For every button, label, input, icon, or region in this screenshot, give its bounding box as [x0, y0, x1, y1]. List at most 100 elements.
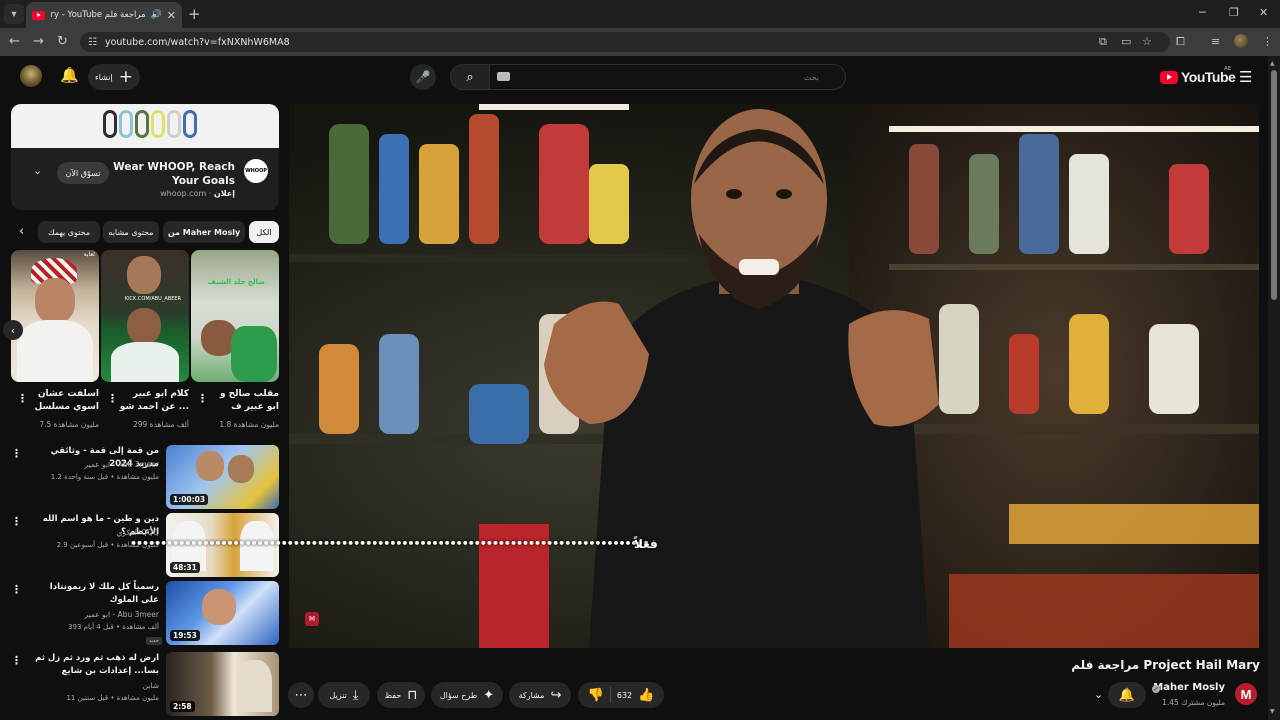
- notifications-bell-icon[interactable]: 🔔: [60, 66, 79, 84]
- short-thumb-text: لعابة: [83, 251, 95, 258]
- caption-word: فعلاً: [634, 537, 658, 551]
- voice-search-mic-icon[interactable]: 🎤: [410, 64, 436, 90]
- short-title[interactable]: كلام ابو عبير عن احمد شو ...: [117, 388, 189, 414]
- close-window-icon[interactable]: ✕: [1259, 6, 1268, 19]
- speaker-icon[interactable]: 🔊: [151, 10, 162, 20]
- hamburger-menu-icon[interactable]: ☰: [1239, 68, 1252, 86]
- advertiser-logo[interactable]: WHOOP: [244, 159, 268, 183]
- new-tab-button[interactable]: +: [188, 5, 201, 23]
- bookmark-star-icon[interactable]: ☆: [1142, 35, 1152, 48]
- subscription-chevron-icon[interactable]: ⌄: [1094, 688, 1103, 701]
- media-controls-icon[interactable]: ≡: [1211, 35, 1220, 48]
- share-label: مشاركة: [518, 690, 545, 700]
- short-thumbnail[interactable]: KICK.COM/ABU_ABEER: [101, 250, 189, 382]
- url-text: youtube.com/watch?v=fxNXNhW6MA8: [104, 36, 290, 48]
- chip-related[interactable]: محتوى مشابه: [103, 221, 159, 243]
- video-thumbnail[interactable]: 19:53: [166, 581, 279, 645]
- chips-scroll-left-icon[interactable]: ‹: [19, 224, 24, 239]
- short-more-icon[interactable]: ⋮: [107, 392, 118, 405]
- search-button[interactable]: ⌕: [450, 64, 490, 90]
- chip-all[interactable]: الكل: [249, 221, 279, 243]
- save-label: حفظ: [384, 690, 402, 700]
- video-channel[interactable]: ابو عمير - Abu 3meer: [84, 610, 159, 619]
- channel-name[interactable]: Maher Mosly: [1153, 682, 1225, 693]
- account-avatar[interactable]: [20, 65, 42, 87]
- scrollbar-thumb[interactable]: [1271, 70, 1277, 300]
- scroll-up-arrow-icon[interactable]: ▲: [1270, 60, 1275, 67]
- short-thumbnail[interactable]: لعابة: [11, 250, 99, 382]
- recommended-video[interactable]: 2:58 ارض له ذهب ثم ورد ثم زل ثم بسا... إ…: [11, 652, 279, 716]
- like-icon[interactable]: 👍: [638, 689, 654, 702]
- channel-watermark-icon[interactable]: M: [305, 612, 319, 626]
- youtube-favicon-icon: [32, 10, 45, 20]
- create-button[interactable]: إنشاء +: [88, 64, 140, 90]
- video-more-icon[interactable]: ⋮: [11, 583, 22, 596]
- video-channel[interactable]: شابن: [143, 681, 159, 690]
- short-thumb-text: صالح جلد الشيف: [207, 278, 265, 286]
- site-info-icon[interactable]: ☷: [88, 37, 97, 48]
- short-thumbnail[interactable]: صالح جلد الشيف: [191, 250, 279, 382]
- channel-avatar[interactable]: M: [1235, 683, 1257, 705]
- ad-banner-image[interactable]: [11, 104, 279, 148]
- download-button[interactable]: تنزيل ⤓: [318, 682, 370, 708]
- share-button[interactable]: مشاركة ↪: [509, 682, 571, 708]
- subscription-bell-button[interactable]: 🔔: [1108, 682, 1146, 708]
- recommended-video[interactable]: 19:53 رسمياً كل ملك لا ريمونتادا على الم…: [11, 581, 279, 645]
- video-channel[interactable]: الفكري QQQ: [117, 528, 159, 537]
- cast-icon[interactable]: ▭: [1121, 35, 1131, 48]
- ad-card[interactable]: WHOOP Wear WHOOP, Reach Your Goals whoop…: [11, 104, 279, 210]
- video-title[interactable]: رسمياً كل ملك لا ريمونتادا على الملوك: [34, 581, 159, 607]
- ad-meta-separator: ·: [206, 189, 214, 198]
- browser-profile-avatar[interactable]: [1234, 34, 1248, 48]
- chip-from-channel[interactable]: من Maher Mosly: [163, 221, 245, 243]
- short-card[interactable]: لعابة اسلفت عشان اسوي مسلسل ... 7.5 مليو…: [11, 250, 99, 429]
- video-thumbnail[interactable]: 1:00:03: [166, 445, 279, 509]
- download-icon: ⤓: [352, 687, 359, 703]
- forward-icon[interactable]: →: [33, 34, 44, 50]
- address-bar[interactable]: ☷ youtube.com/watch?v=fxNXNhW6MA8: [80, 32, 1170, 52]
- short-more-icon[interactable]: ⋮: [17, 392, 28, 405]
- close-tab-icon[interactable]: ✕: [167, 9, 176, 22]
- short-thumb-text: KICK.COM/ABU_ABEER: [124, 296, 181, 302]
- short-card[interactable]: KICK.COM/ABU_ABEER كلام ابو عبير عن احمد…: [101, 250, 189, 429]
- shorts-previous-icon[interactable]: ‹: [3, 320, 23, 340]
- back-icon[interactable]: ←: [9, 34, 20, 50]
- restore-icon[interactable]: ❐: [1229, 6, 1239, 19]
- tab-search-button[interactable]: ▾: [4, 4, 24, 24]
- browser-toolbar: ← → ↻ ☷ youtube.com/watch?v=fxNXNhW6MA8 …: [0, 28, 1280, 56]
- short-card[interactable]: صالح جلد الشيف مقلب صالح و ابو عبير ف طا…: [191, 250, 279, 429]
- more-actions-button[interactable]: ⋯: [288, 682, 314, 708]
- video-title[interactable]: ارض له ذهب ثم ورد ثم زل ثم بسا... إعدادا…: [34, 652, 159, 678]
- recommended-video[interactable]: 1:00:03 من قمة إلى قمة - وثائقي مدريد 20…: [11, 445, 279, 509]
- browser-menu-icon[interactable]: ⋮: [1262, 35, 1273, 48]
- scroll-down-arrow-icon[interactable]: ▼: [1270, 708, 1275, 715]
- chevron-down-icon[interactable]: ⌄: [33, 164, 42, 177]
- search-input[interactable]: [490, 64, 846, 90]
- translate-icon[interactable]: ⧉: [1099, 35, 1107, 49]
- reload-icon[interactable]: ↻: [57, 34, 68, 50]
- video-channel[interactable]: ابو عمير - Abu 3meer: [84, 460, 159, 469]
- video-more-icon[interactable]: ⋮: [11, 654, 22, 667]
- minimize-icon[interactable]: ─: [1199, 6, 1206, 19]
- chip-recommended-for-you[interactable]: محتوى يهمك: [38, 221, 100, 243]
- youtube-play-logo-icon: [1160, 70, 1178, 84]
- download-label: تنزيل: [329, 690, 347, 700]
- keyboard-icon[interactable]: [497, 72, 510, 81]
- video-player[interactable]: [289, 104, 1259, 648]
- save-button[interactable]: حفظ ⊓: [377, 682, 425, 708]
- video-more-icon[interactable]: ⋮: [11, 447, 22, 460]
- video-thumbnail[interactable]: 2:58: [166, 652, 279, 716]
- dislike-icon[interactable]: 👎: [588, 689, 604, 702]
- short-title[interactable]: اسلفت عشان اسوي مسلسل ...: [27, 388, 99, 414]
- video-more-icon[interactable]: ⋮: [11, 515, 22, 528]
- ad-title[interactable]: Wear WHOOP, Reach Your Goals: [105, 160, 235, 188]
- extensions-icon[interactable]: ⧠: [1176, 35, 1185, 49]
- short-title[interactable]: مقلب صالح و ابو عبير ف طاقم ...: [207, 388, 279, 414]
- short-more-icon[interactable]: ⋮: [197, 392, 208, 405]
- browser-tab-active[interactable]: مراجعة فلم Project Hail Mary - YouTube 🔊…: [26, 2, 182, 28]
- video-duration: 1:00:03: [170, 494, 209, 505]
- like-count[interactable]: 632: [617, 691, 632, 700]
- shop-now-button[interactable]: تسوّق الآن: [57, 162, 109, 184]
- ask-button[interactable]: طرح سؤال ✦: [431, 682, 503, 708]
- tab-title: مراجعة فلم Project Hail Mary - YouTube: [50, 10, 146, 20]
